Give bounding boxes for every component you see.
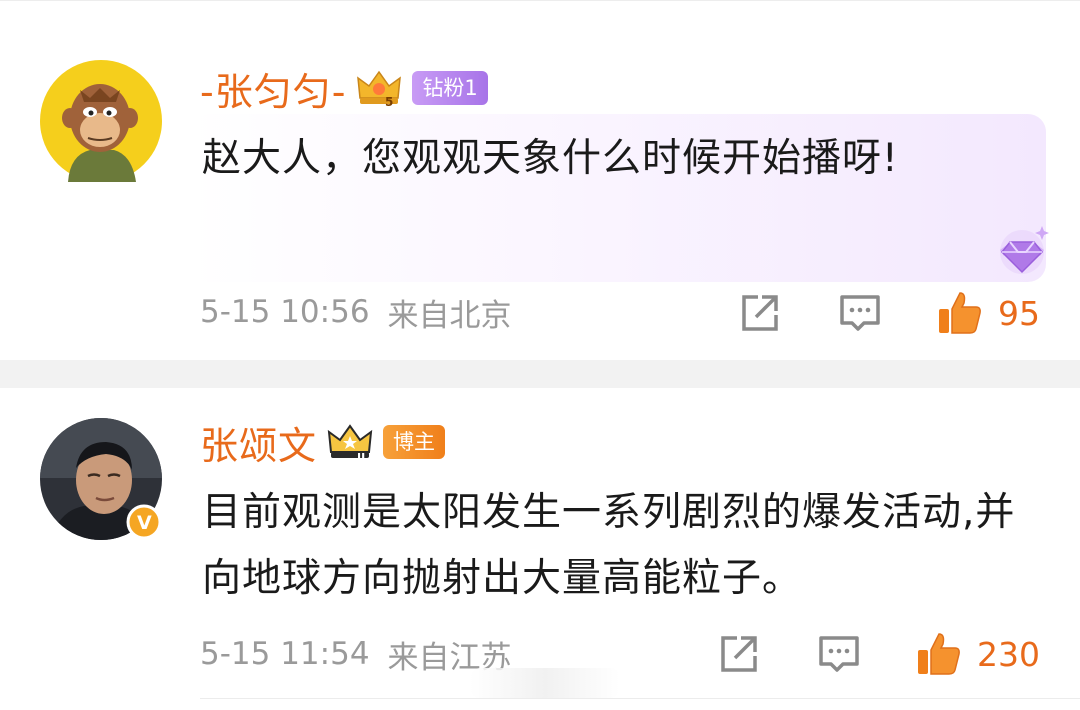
comment-time: 5-15 11:54 [200, 636, 370, 672]
host-badge[interactable]: 博主 [383, 425, 446, 459]
comment-item: V 张颂文 II 博主 目前观测是太阳发生一系列剧烈的爆发活动,并向地球方向抛射… [0, 388, 1080, 710]
comment-text: 赵大人，您观观天象什么时候开始播呀! [202, 136, 899, 181]
crown-icon[interactable]: 5 [356, 68, 402, 109]
meta-row: 5-15 10:56 来自北京 [200, 290, 512, 334]
share-icon[interactable] [738, 291, 782, 335]
comment-icon[interactable] [817, 632, 861, 676]
comment-separator [0, 360, 1080, 388]
comment-icon[interactable] [838, 291, 882, 335]
share-icon[interactable] [717, 632, 761, 676]
bottom-divider [200, 698, 1080, 699]
diamond-fan-icon [984, 212, 1060, 288]
action-bar: 95 [738, 288, 1040, 338]
like-count: 230 [977, 634, 1040, 674]
action-bar: 230 [717, 629, 1040, 679]
comment-text: 目前观测是太阳发生一系列剧烈的爆发活动,并向地球方向抛射出大量高能粒子。 [202, 490, 1016, 601]
username[interactable]: -张匀匀- [200, 61, 346, 116]
top-divider [0, 0, 1080, 1]
like-icon[interactable] [915, 630, 963, 678]
like-count: 95 [998, 293, 1040, 333]
comment-location: 来自北京 [387, 297, 512, 334]
svg-text:II: II [357, 451, 365, 462]
comment-time: 5-15 10:56 [200, 294, 370, 330]
comment-item: -张匀匀- 5 钻粉1 赵大人，您观观天象什么时候开始播呀! 5-15 10:5… [0, 22, 1080, 360]
crown-icon[interactable]: II [327, 422, 373, 464]
fan-badge[interactable]: 钻粉1 [412, 71, 488, 105]
user-row: -张匀匀- 5 钻粉1 [200, 66, 488, 114]
meta-row: 5-15 11:54 来自江苏 [200, 632, 512, 676]
like-icon[interactable] [936, 289, 984, 337]
svg-text:5: 5 [385, 95, 393, 108]
watermark-blur [470, 668, 620, 698]
avatar[interactable] [40, 60, 162, 182]
avatar[interactable]: V [40, 418, 162, 540]
svg-text:V: V [137, 512, 152, 534]
username[interactable]: 张颂文 [200, 415, 317, 470]
user-row: 张颂文 II 博主 [200, 420, 446, 468]
